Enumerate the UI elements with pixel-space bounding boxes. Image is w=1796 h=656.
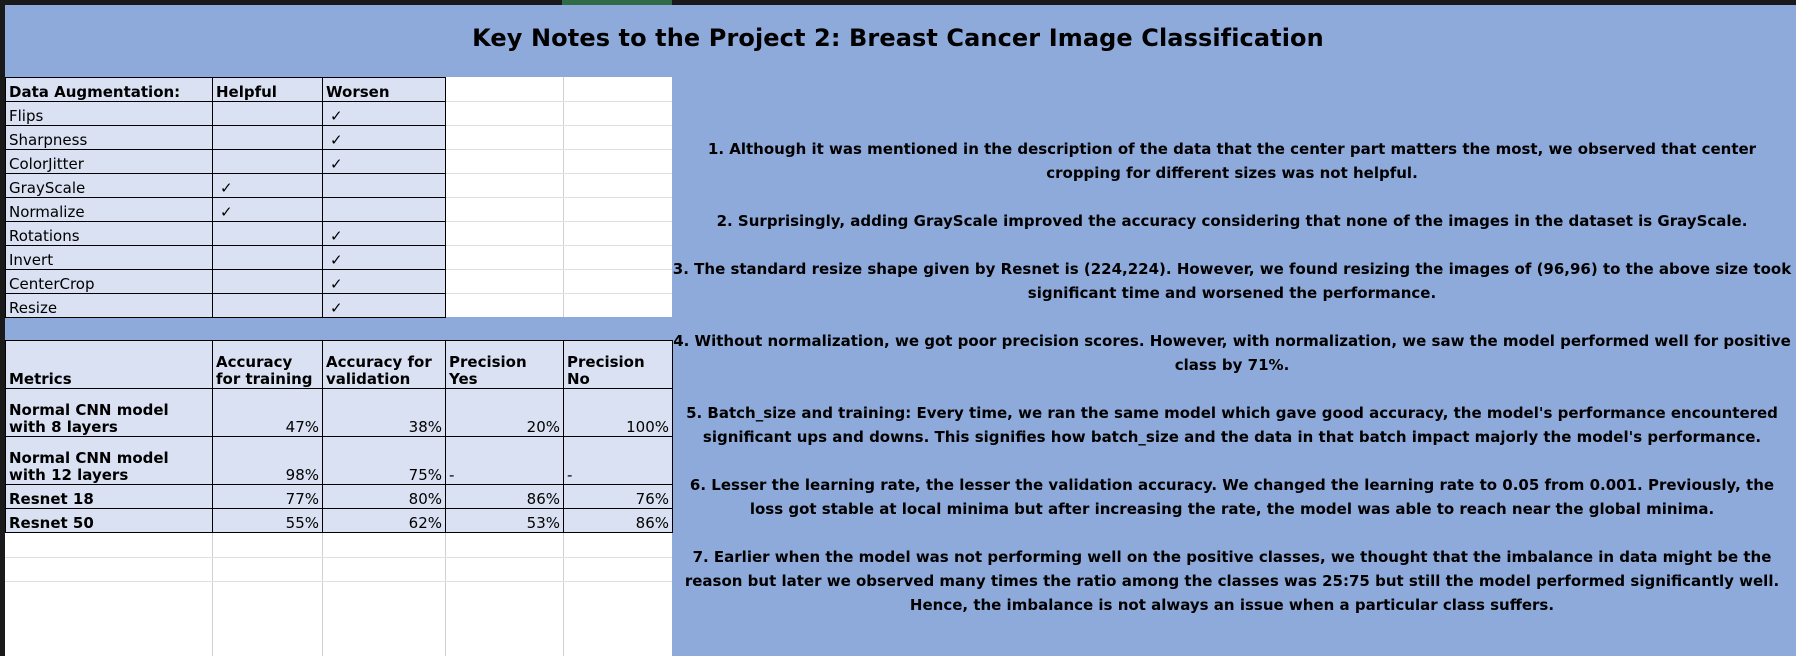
val-accuracy-cell[interactable]: 38% [322, 388, 446, 437]
header-cell[interactable]: Worsen [322, 77, 446, 102]
augmentation-name-cell[interactable]: Rotations [5, 221, 213, 246]
header-cell[interactable]: Accuracy for training [212, 340, 323, 389]
table-row: GrayScale ✓ [5, 173, 446, 198]
table-row: Normalize ✓ [5, 197, 446, 222]
augmentation-name-cell[interactable]: ColorJitter [5, 149, 213, 174]
model-name-cell[interactable]: Normal CNN model with 8 layers [5, 388, 213, 437]
gridline [445, 269, 672, 270]
table-row: Normal CNN model with 8 layers 47% 38% 2… [5, 388, 673, 437]
augmentation-name-cell[interactable]: Invert [5, 245, 213, 270]
augmentation-name-cell[interactable]: GrayScale [5, 173, 213, 198]
table-row: Resnet 18 77% 80% 86% 76% [5, 484, 673, 509]
table-row: Resnet 50 55% 62% 53% 86% [5, 508, 673, 533]
val-accuracy-cell[interactable]: 75% [322, 436, 446, 485]
val-accuracy-cell[interactable]: 62% [322, 508, 446, 533]
precision-yes-cell[interactable]: 86% [445, 484, 564, 509]
train-accuracy-cell[interactable]: 55% [212, 508, 323, 533]
gridline [445, 221, 672, 222]
note-6[interactable]: 6. Lesser the learning rate, the lesser … [672, 473, 1792, 521]
precision-no-cell[interactable]: 76% [563, 484, 673, 509]
gridline [445, 533, 446, 656]
precision-no-cell[interactable]: 86% [563, 508, 673, 533]
header-cell[interactable]: Helpful [212, 77, 323, 102]
helpful-check-cell[interactable] [212, 293, 323, 318]
worsen-check-cell[interactable]: ✓ [322, 293, 446, 318]
note-2[interactable]: 2. Surprisingly, adding GrayScale improv… [672, 209, 1792, 233]
augmentation-name-cell[interactable]: Flips [5, 101, 213, 126]
gridline [5, 581, 672, 582]
precision-yes-cell[interactable]: - [445, 436, 564, 485]
note-1[interactable]: 1. Although it was mentioned in the desc… [672, 137, 1792, 185]
helpful-check-cell[interactable] [212, 269, 323, 294]
precision-yes-cell[interactable]: 53% [445, 508, 564, 533]
precision-no-cell[interactable]: - [563, 436, 673, 485]
model-name-cell[interactable]: Resnet 18 [5, 484, 213, 509]
helpful-check-cell[interactable] [212, 149, 323, 174]
table-row: Resize ✓ [5, 293, 446, 318]
precision-no-cell[interactable]: 100% [563, 388, 673, 437]
gridline [445, 245, 672, 246]
note-7[interactable]: 7. Earlier when the model was not perfor… [672, 545, 1792, 617]
worsen-check-cell[interactable]: ✓ [322, 125, 446, 150]
helpful-check-cell[interactable] [212, 221, 323, 246]
gridline [445, 125, 672, 126]
helpful-check-cell[interactable] [212, 101, 323, 126]
gridline [445, 173, 672, 174]
augmentation-name-cell[interactable]: Normalize [5, 197, 213, 222]
column-header-strip [0, 0, 1796, 5]
header-cell[interactable]: Metrics [5, 340, 213, 389]
metrics-header-row: Metrics Accuracy for training Accuracy f… [5, 340, 673, 389]
table-row: Normal CNN model with 12 layers 98% 75% … [5, 436, 673, 485]
note-4[interactable]: 4. Without normalization, we got poor pr… [672, 329, 1792, 377]
worsen-check-cell[interactable]: ✓ [322, 221, 446, 246]
worsen-check-cell[interactable] [322, 197, 446, 222]
header-cell[interactable]: Precision No [563, 340, 673, 389]
augmentation-name-cell[interactable]: Resize [5, 293, 213, 318]
model-name-cell[interactable]: Normal CNN model with 12 layers [5, 436, 213, 485]
gridline [445, 293, 672, 294]
worsen-check-cell[interactable]: ✓ [322, 269, 446, 294]
table-row: Flips ✓ [5, 101, 446, 126]
gridline [5, 557, 672, 558]
gridline [322, 533, 323, 656]
helpful-check-cell[interactable] [212, 125, 323, 150]
worsen-check-cell[interactable] [322, 173, 446, 198]
val-accuracy-cell[interactable]: 80% [322, 484, 446, 509]
table-row: Sharpness ✓ [5, 125, 446, 150]
gridline [212, 533, 213, 656]
augmentation-name-cell[interactable]: CenterCrop [5, 269, 213, 294]
header-cell[interactable]: Precision Yes [445, 340, 564, 389]
augmentation-table: Data Augmentation: Helpful Worsen Flips … [5, 77, 446, 318]
augmentation-name-cell[interactable]: Sharpness [5, 125, 213, 150]
helpful-check-cell[interactable] [212, 245, 323, 270]
gridline [445, 197, 672, 198]
table-row: ColorJitter ✓ [5, 149, 446, 174]
precision-yes-cell[interactable]: 20% [445, 388, 564, 437]
model-name-cell[interactable]: Resnet 50 [5, 508, 213, 533]
header-cell[interactable]: Accuracy for validation [322, 340, 446, 389]
gridline [445, 149, 672, 150]
train-accuracy-cell[interactable]: 47% [212, 388, 323, 437]
worsen-check-cell[interactable]: ✓ [322, 149, 446, 174]
key-notes: 1. Although it was mentioned in the desc… [672, 137, 1792, 641]
worsen-check-cell[interactable]: ✓ [322, 101, 446, 126]
train-accuracy-cell[interactable]: 77% [212, 484, 323, 509]
metrics-table: Metrics Accuracy for training Accuracy f… [5, 340, 673, 533]
augmentation-header-row: Data Augmentation: Helpful Worsen [5, 77, 446, 102]
gridline [563, 533, 564, 656]
selected-column-indicator [562, 0, 672, 5]
header-cell[interactable]: Data Augmentation: [5, 77, 213, 102]
helpful-check-cell[interactable]: ✓ [212, 173, 323, 198]
gridline [445, 101, 672, 102]
empty-cells-bottom [5, 533, 672, 656]
table-row: Invert ✓ [5, 245, 446, 270]
page-title: Key Notes to the Project 2: Breast Cance… [472, 24, 1324, 52]
train-accuracy-cell[interactable]: 98% [212, 436, 323, 485]
table-row: CenterCrop ✓ [5, 269, 446, 294]
table-row: Rotations ✓ [5, 221, 446, 246]
helpful-check-cell[interactable]: ✓ [212, 197, 323, 222]
note-3[interactable]: 3. The standard resize shape given by Re… [672, 257, 1792, 305]
note-5[interactable]: 5. Batch_size and training: Every time, … [672, 401, 1792, 449]
worsen-check-cell[interactable]: ✓ [322, 245, 446, 270]
